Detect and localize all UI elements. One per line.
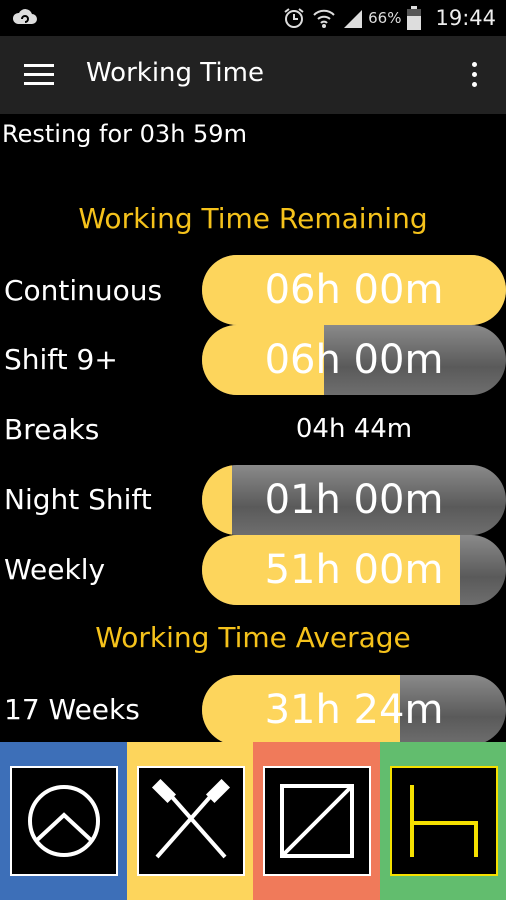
weekly-value: 51h 00m [264,547,444,593]
shift-value: 06h 00m [264,337,444,383]
status-time: 19:44 [435,6,496,30]
average-title: Working Time Average [95,621,411,654]
tab-work[interactable] [126,742,253,900]
weeks-17-bar: 31h 24m [202,675,506,745]
night-shift-value: 01h 00m [264,477,444,523]
breaks-value: 04h 44m [295,414,413,444]
continuous-bar: 06h 00m [202,255,506,325]
night-shift-bar: 01h 00m [202,465,506,535]
diagonal-square-icon [280,784,354,858]
resting-status: Resting for 03h 59m [2,120,247,148]
weekly-label: Weekly [4,553,106,586]
tab-availability[interactable] [253,742,380,900]
status-bar: 66% 19:44 [0,0,506,36]
cloud-sync-icon [12,9,37,24]
bed-icon [409,785,478,857]
tab-rest[interactable] [379,742,506,900]
tab-clock[interactable] [0,742,127,900]
weeks-17-value: 31h 24m [264,687,444,733]
weeks-17-label: 17 Weeks [4,693,140,726]
signal-icon [344,10,363,28]
continuous-label: Continuous [4,274,163,307]
weekly-bar: 51h 00m [202,535,506,605]
page-title: Working Time [86,58,264,88]
app-bar: Working Time [0,36,506,114]
menu-icon[interactable] [24,64,54,86]
overflow-menu-icon[interactable] [472,62,478,88]
wifi-icon [313,9,335,28]
continuous-value: 06h 00m [264,267,444,313]
shift-label: Shift 9+ [4,343,118,376]
remaining-title: Working Time Remaining [78,202,428,235]
crossed-hammers-icon [151,779,230,859]
shift-bar: 06h 00m [202,325,506,395]
battery-icon [407,6,422,30]
alarm-icon [284,8,304,28]
clock-chevron-icon [28,785,100,857]
breaks-label: Breaks [4,413,100,446]
night-shift-label: Night Shift [4,483,152,516]
bottom-tab-bar [0,742,506,900]
battery-percent: 66% [368,9,402,27]
